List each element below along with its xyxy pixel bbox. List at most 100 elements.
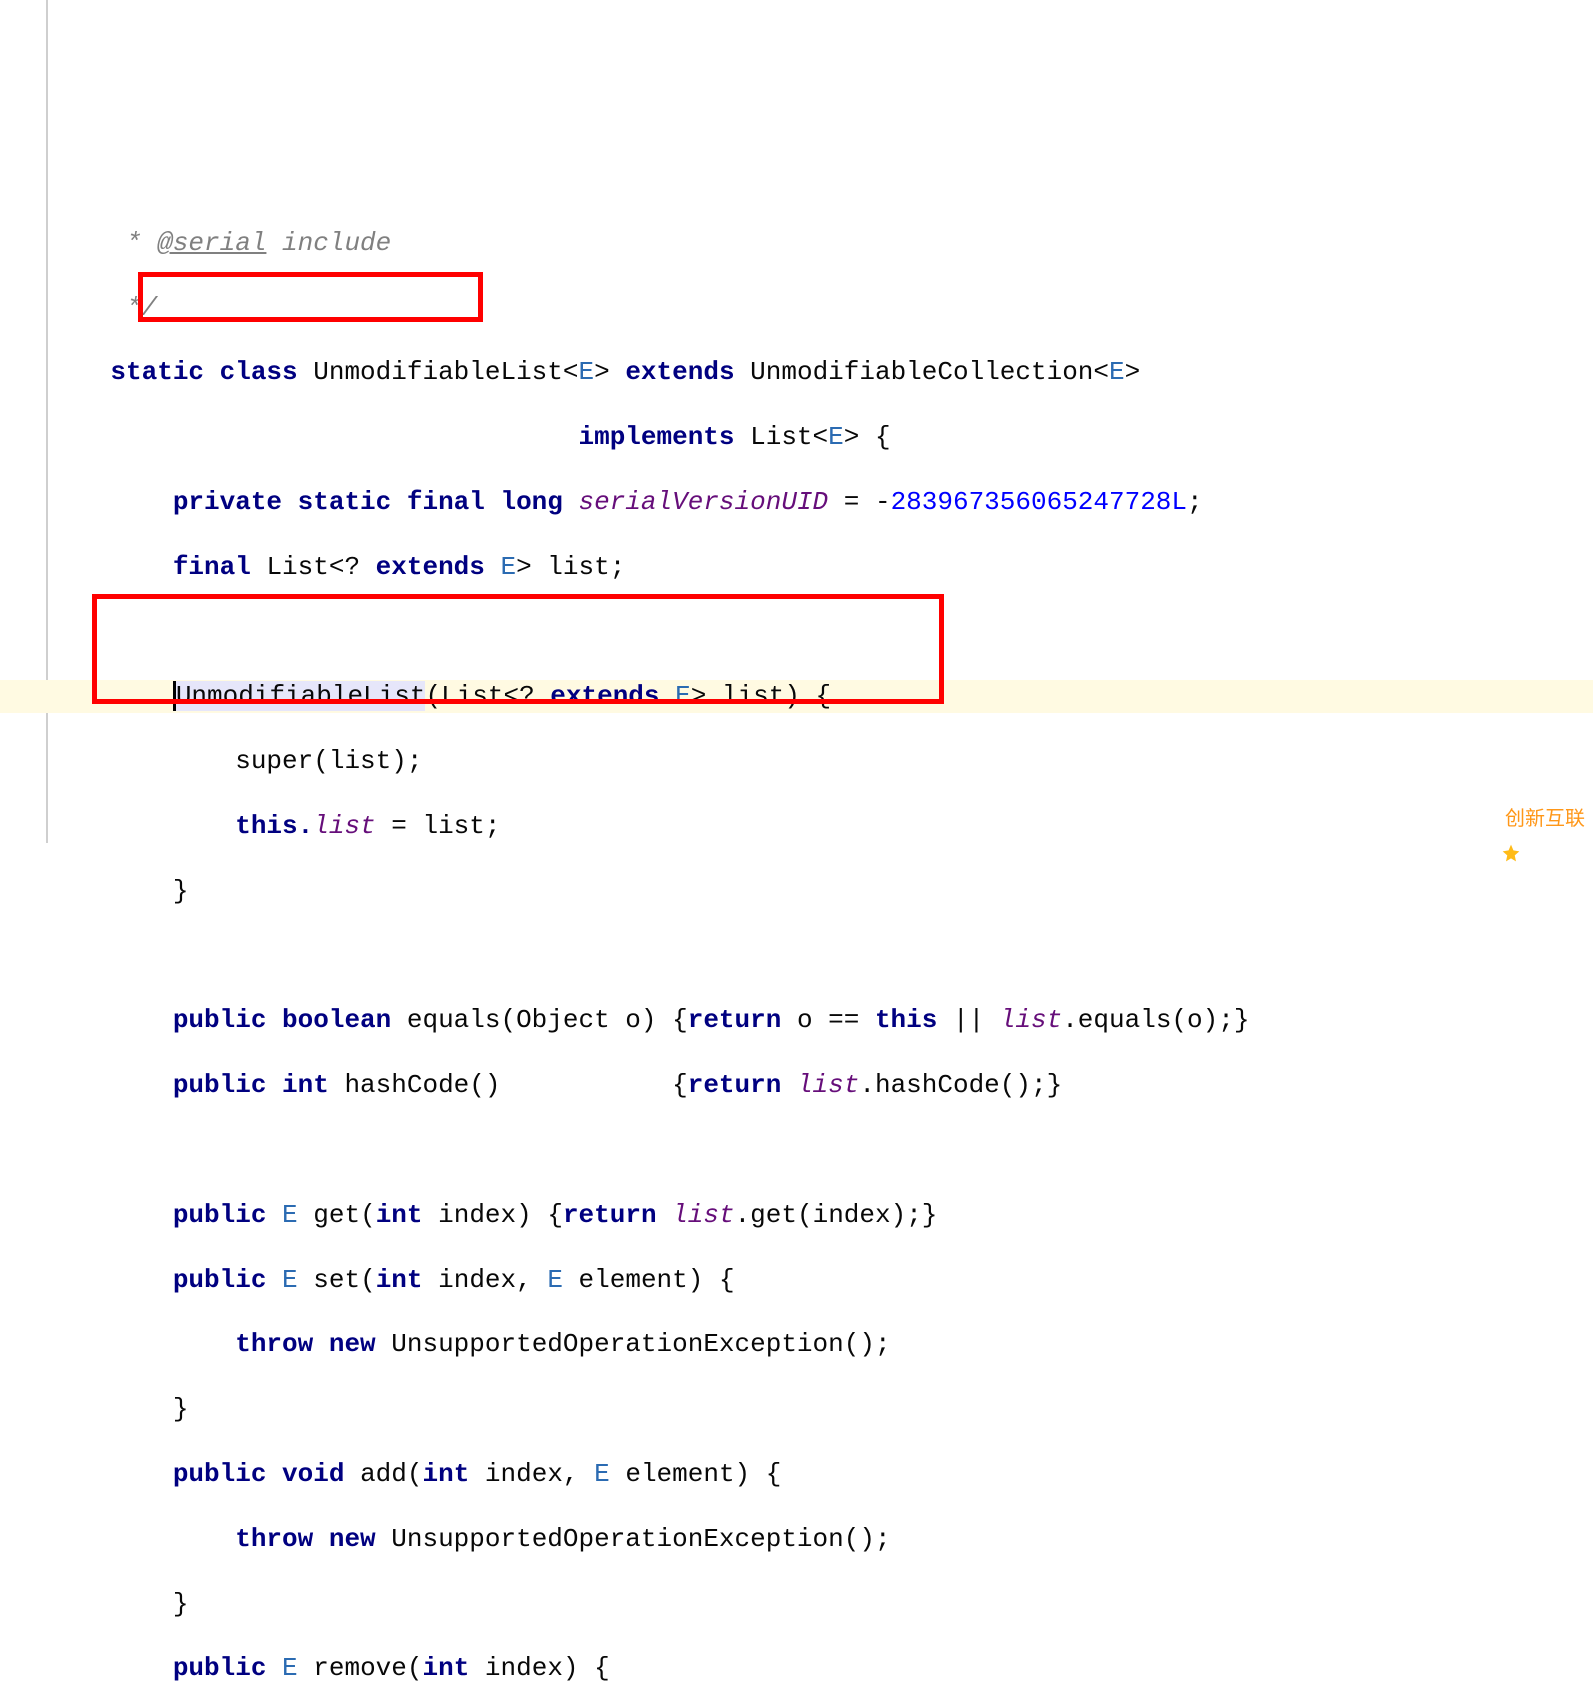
number-literal: 283967356065247728L — [891, 487, 1187, 517]
code-text: UnsupportedOperationException(); — [391, 1329, 890, 1359]
generic: E — [282, 1200, 313, 1230]
code-text: .hashCode();} — [859, 1070, 1062, 1100]
generic: E — [547, 1265, 578, 1295]
bracket: > — [1125, 357, 1141, 387]
constructor-name: UnmodifiableList — [176, 681, 426, 711]
code-line[interactable]: throw new UnsupportedOperationException(… — [0, 1328, 1593, 1360]
keyword: return — [688, 1070, 797, 1100]
method-name: set( — [313, 1265, 375, 1295]
code-line[interactable] — [0, 1134, 1593, 1166]
method-sig: hashCode() { — [344, 1070, 687, 1100]
keyword: this. — [48, 811, 313, 841]
code-line[interactable]: */ — [0, 292, 1593, 324]
code-line[interactable]: final List<? extends E> list; — [0, 551, 1593, 583]
keyword: public — [48, 1653, 282, 1683]
keyword: throw new — [48, 1524, 391, 1554]
generic: E — [282, 1265, 313, 1295]
method-name: get( — [313, 1200, 375, 1230]
keyword: int — [422, 1459, 484, 1489]
op: || — [953, 1005, 1000, 1035]
code-line[interactable]: private static final long serialVersionU… — [0, 486, 1593, 518]
keyword: public int — [48, 1070, 344, 1100]
code-text: .get(index);} — [735, 1200, 938, 1230]
bracket: < — [1093, 357, 1109, 387]
code-line[interactable] — [0, 616, 1593, 648]
watermark-text: 创新互联 — [1505, 803, 1585, 835]
bracket: < — [563, 357, 579, 387]
method-name: remove( — [313, 1653, 422, 1683]
bracket: < — [813, 422, 829, 452]
code-line[interactable]: this.list = list; — [0, 810, 1593, 842]
keyword: int — [376, 1200, 438, 1230]
brace: } — [48, 876, 188, 906]
code-line[interactable]: * @serial include — [0, 227, 1593, 259]
field-name: list — [672, 1200, 734, 1230]
code-line[interactable]: public E remove(int index) { — [0, 1652, 1593, 1684]
code-text: = list; — [376, 811, 501, 841]
keyword: return — [563, 1200, 672, 1230]
generic: E — [675, 681, 691, 711]
code-text: super(list); — [48, 746, 422, 776]
param: element) { — [625, 1459, 781, 1489]
class-name: UnmodifiableCollection — [750, 357, 1093, 387]
code-line[interactable]: public E set(int index, E element) { — [0, 1264, 1593, 1296]
code-text: .equals(o);} — [1062, 1005, 1249, 1035]
method-sig: equals(Object o) { — [407, 1005, 688, 1035]
generic: E — [594, 1459, 625, 1489]
code-line-highlighted[interactable]: UnmodifiableList(List<? extends E> list)… — [0, 680, 1593, 712]
indent — [48, 681, 173, 711]
code-line[interactable]: } — [0, 1588, 1593, 1620]
watermark: 创新互联 — [1479, 803, 1585, 835]
code-line[interactable]: public boolean equals(Object o) {return … — [0, 1004, 1593, 1036]
keyword: int — [376, 1265, 438, 1295]
code-line[interactable]: super(list); — [0, 745, 1593, 777]
code-line[interactable]: public int hashCode() {return list.hashC… — [0, 1069, 1593, 1101]
field-name: list — [797, 1070, 859, 1100]
method-name: add( — [360, 1459, 422, 1489]
code-line[interactable]: public E get(int index) {return list.get… — [0, 1199, 1593, 1231]
code-text: UnsupportedOperationException(); — [391, 1524, 890, 1554]
brace: } — [48, 1589, 188, 1619]
keyword: extends — [550, 681, 675, 711]
bracket: > — [594, 357, 625, 387]
code-line[interactable]: } — [0, 875, 1593, 907]
semicolon: ; — [1187, 487, 1203, 517]
code-line[interactable]: static class UnmodifiableList<E> extends… — [0, 356, 1593, 388]
comment-text: */ — [48, 293, 157, 323]
param: element) { — [579, 1265, 735, 1295]
code-editor[interactable]: * @serial include */ static class Unmodi… — [0, 194, 1593, 1686]
code-line[interactable]: public void add(int index, E element) { — [0, 1458, 1593, 1490]
keyword: this — [875, 1005, 953, 1035]
param: index) { — [485, 1653, 610, 1683]
brace: } — [48, 1394, 188, 1424]
bracket: > { — [844, 422, 891, 452]
generic: E — [1109, 357, 1125, 387]
param: (List<? — [425, 681, 550, 711]
keyword: private static final long — [48, 487, 579, 517]
code-line[interactable] — [0, 940, 1593, 972]
code-line[interactable]: throw new UnsupportedOperationException(… — [0, 1523, 1593, 1555]
star-icon — [1479, 809, 1499, 829]
field-name: serialVersionUID — [579, 487, 829, 517]
field-name: list — [313, 811, 375, 841]
class-name: UnmodifiableList — [313, 357, 563, 387]
keyword: public boolean — [48, 1005, 407, 1035]
code-text: o == — [797, 1005, 875, 1035]
code-line[interactable]: } — [0, 1393, 1593, 1425]
keyword: return — [688, 1005, 797, 1035]
field-name: list — [1000, 1005, 1062, 1035]
op: = - — [828, 487, 890, 517]
type: List<? — [266, 552, 375, 582]
keyword: extends — [376, 552, 501, 582]
keyword: implements — [48, 422, 750, 452]
keyword: public — [48, 1265, 282, 1295]
keyword: throw new — [48, 1329, 391, 1359]
generic: E — [579, 357, 595, 387]
keyword: int — [422, 1653, 484, 1683]
keyword: public — [48, 1200, 282, 1230]
param: index) { — [438, 1200, 563, 1230]
code-line[interactable]: implements List<E> { — [0, 421, 1593, 453]
generic: E — [828, 422, 844, 452]
param: > list) { — [691, 681, 831, 711]
class-name: List — [750, 422, 812, 452]
